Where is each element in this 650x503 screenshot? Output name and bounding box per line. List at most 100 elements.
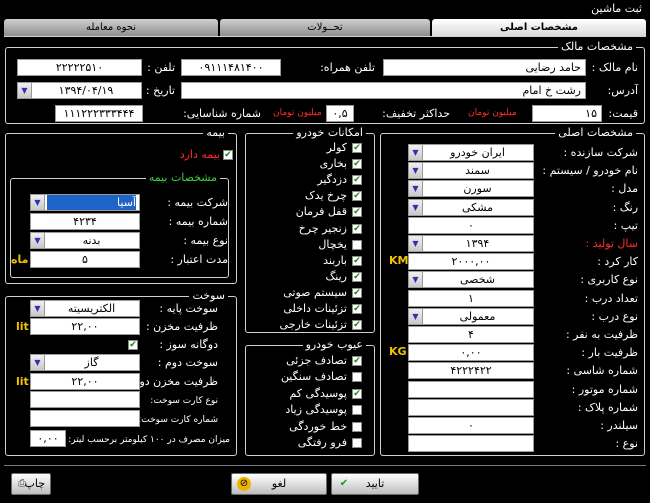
features-item[interactable]: ✔ چرخ یدک (255, 189, 365, 203)
year-select[interactable]: ▼ ۱۳۹۴ (408, 235, 534, 252)
insurance-company-select[interactable]: ▼ آسیا (30, 194, 140, 211)
confirm-button[interactable]: ✔ تایید (331, 473, 419, 495)
fuel-base-select[interactable]: ▼ الکتریسیته (30, 300, 140, 317)
check-icon: ✔ (353, 272, 361, 282)
chevron-down-icon[interactable]: ▼ (31, 301, 45, 316)
features-item[interactable]: ✔ تزئینات داخلی (255, 302, 365, 316)
id-number-field[interactable]: ۱۱۱۲۲۲۳۳۳۴۴۴ (55, 105, 143, 122)
insurance-kind-select[interactable]: ▼ بدنه (30, 232, 140, 249)
dual-fuel-checkbox[interactable]: ✔ (128, 340, 138, 350)
features-item[interactable]: ✔ سیستم صوتی (255, 286, 365, 300)
defects-label: خط خوردگی (289, 420, 347, 433)
chevron-down-icon[interactable]: ▼ (409, 309, 423, 324)
features-item[interactable]: ✔ رینگ (255, 270, 365, 284)
insurance-number-field[interactable]: ۴۲۳۴ (30, 213, 140, 230)
defects-item[interactable]: ✔ پوسیدگی کم (255, 387, 365, 401)
defects-item[interactable]: فرو رفتگی (255, 436, 365, 450)
manufacturer-select[interactable]: ▼ ایران خودرو (408, 144, 534, 161)
cylinder-label: سیلندر : (600, 419, 638, 432)
tab-changes[interactable]: تحــولات (220, 19, 430, 36)
validity-field[interactable]: ۵ (30, 251, 140, 268)
tank2-field[interactable]: ۲۲,۰۰ (30, 373, 140, 390)
features-checkbox[interactable]: ✔ (352, 304, 362, 314)
features-checkbox[interactable]: ✔ (352, 256, 362, 266)
features-checkbox[interactable]: ✔ (352, 159, 362, 169)
features-checkbox[interactable]: ✔ (352, 207, 362, 217)
max-discount-field[interactable]: ۰,۵ (326, 105, 354, 122)
features-item[interactable]: ✔ زنجیر چرخ (255, 222, 365, 236)
car-name-select[interactable]: ▼ سمند (408, 162, 534, 179)
date-picker[interactable]: ▼ ۱۳۹۴/۰۴/۱۹ (17, 82, 142, 99)
chevron-down-icon[interactable]: ▼ (409, 181, 423, 196)
phone-field[interactable]: ۲۲۲۲۲۵۱۰ (17, 59, 142, 76)
features-item[interactable]: ✔ دزدگیر (255, 173, 365, 187)
chevron-down-icon[interactable]: ▼ (409, 145, 423, 160)
defects-checkbox[interactable] (352, 438, 362, 448)
features-checkbox[interactable]: ✔ (352, 143, 362, 153)
defects-item[interactable]: پوسیدگی زیاد (255, 403, 365, 417)
chevron-down-icon[interactable]: ▼ (409, 163, 423, 178)
model-select[interactable]: ▼ سورن (408, 180, 534, 197)
features-checkbox[interactable]: ✔ (352, 320, 362, 330)
features-checkbox[interactable]: ✔ (352, 288, 362, 298)
chassis-field[interactable]: ۴۲۲۲۴۲۲ (408, 362, 534, 379)
defects-checkbox[interactable] (352, 422, 362, 432)
features-item[interactable]: ✔ بخاری (255, 157, 365, 171)
second-fuel-select[interactable]: ▼ گاز (30, 354, 140, 371)
defects-label: تصادف جزئی (286, 354, 347, 367)
tank-field[interactable]: ۲۲,۰۰ (30, 318, 140, 335)
chevron-down-icon[interactable]: ▼ (409, 272, 423, 287)
defects-checkbox[interactable]: ✔ (352, 356, 362, 366)
features-checkbox[interactable]: ✔ (352, 175, 362, 185)
chevron-down-icon[interactable]: ▼ (18, 83, 32, 98)
features-checkbox[interactable]: ✔ (352, 224, 362, 234)
features-checkbox[interactable]: ✔ (352, 191, 362, 201)
features-item[interactable]: ✔ باربند (255, 254, 365, 268)
door-count-field[interactable]: ۱ (408, 290, 534, 307)
type-field[interactable]: ۰ (408, 217, 534, 234)
defects-checkbox[interactable] (352, 372, 362, 382)
cancel-button[interactable]: ⊘ لغو (231, 473, 327, 495)
card-type-field[interactable] (30, 391, 140, 408)
features-item[interactable]: ✔ تزئینات خارجی (255, 318, 365, 332)
price-field[interactable]: ۱۵ (532, 105, 602, 122)
defects-item[interactable]: ✔ تصادف جزئی (255, 354, 365, 368)
chevron-down-icon[interactable]: ▼ (409, 200, 423, 215)
capacity-field[interactable]: ۴ (408, 326, 534, 343)
features-item[interactable]: ✔ کولر (255, 141, 365, 155)
kind-field[interactable] (408, 435, 534, 452)
tab-main-specs[interactable]: مشخصات اصلی (432, 19, 646, 36)
defects-checkbox[interactable]: ✔ (352, 389, 362, 399)
usage-select[interactable]: ▼ شخصی (408, 271, 534, 288)
card-number-field[interactable] (30, 410, 140, 427)
print-button[interactable]: ⎙ چاپ (11, 473, 51, 495)
card-number-label: شماره کارت سوخت: (138, 415, 218, 425)
color-select[interactable]: ▼ مشکی (408, 199, 534, 216)
features-checkbox[interactable] (352, 240, 362, 250)
chevron-down-icon[interactable]: ▼ (31, 355, 45, 370)
defects-item[interactable]: خط خوردگی (255, 420, 365, 434)
discount-unit: میلیون تومان (273, 108, 322, 118)
defects-checkbox[interactable] (352, 405, 362, 415)
address-field[interactable]: رشت خ امام (181, 82, 586, 99)
mileage-field[interactable]: ۲۰۰۰,۰۰ (408, 253, 534, 270)
chevron-down-icon[interactable]: ▼ (31, 195, 45, 210)
load-field[interactable]: ۰,۰۰ (408, 344, 534, 361)
plate-field[interactable] (408, 399, 534, 416)
tab-deal[interactable]: نحوه معامله (4, 19, 218, 36)
owner-name-field[interactable]: حامد رضایی (383, 59, 586, 76)
has-insurance-checkbox[interactable]: ✔ (223, 150, 233, 160)
consumption-field[interactable]: ۰,۰۰ (30, 430, 66, 447)
features-item[interactable]: ✔ قفل فرمان (255, 205, 365, 219)
cylinder-field[interactable]: ۰ (408, 417, 534, 434)
features-checkbox[interactable]: ✔ (352, 272, 362, 282)
features-item[interactable]: یخچال (255, 238, 365, 252)
engine-field[interactable] (408, 381, 534, 398)
mobile-field[interactable]: ۰۹۱۱۱۴۸۱۴۰۰ (181, 59, 281, 76)
door-type-select[interactable]: ▼ معمولی (408, 308, 534, 325)
chevron-down-icon[interactable]: ▼ (409, 236, 423, 251)
defects-item[interactable]: تصادف سنگین (255, 370, 365, 384)
check-icon: ✔ (129, 340, 137, 350)
chevron-down-icon[interactable]: ▼ (31, 233, 45, 248)
defects-label: پوسیدگی زیاد (285, 403, 347, 416)
